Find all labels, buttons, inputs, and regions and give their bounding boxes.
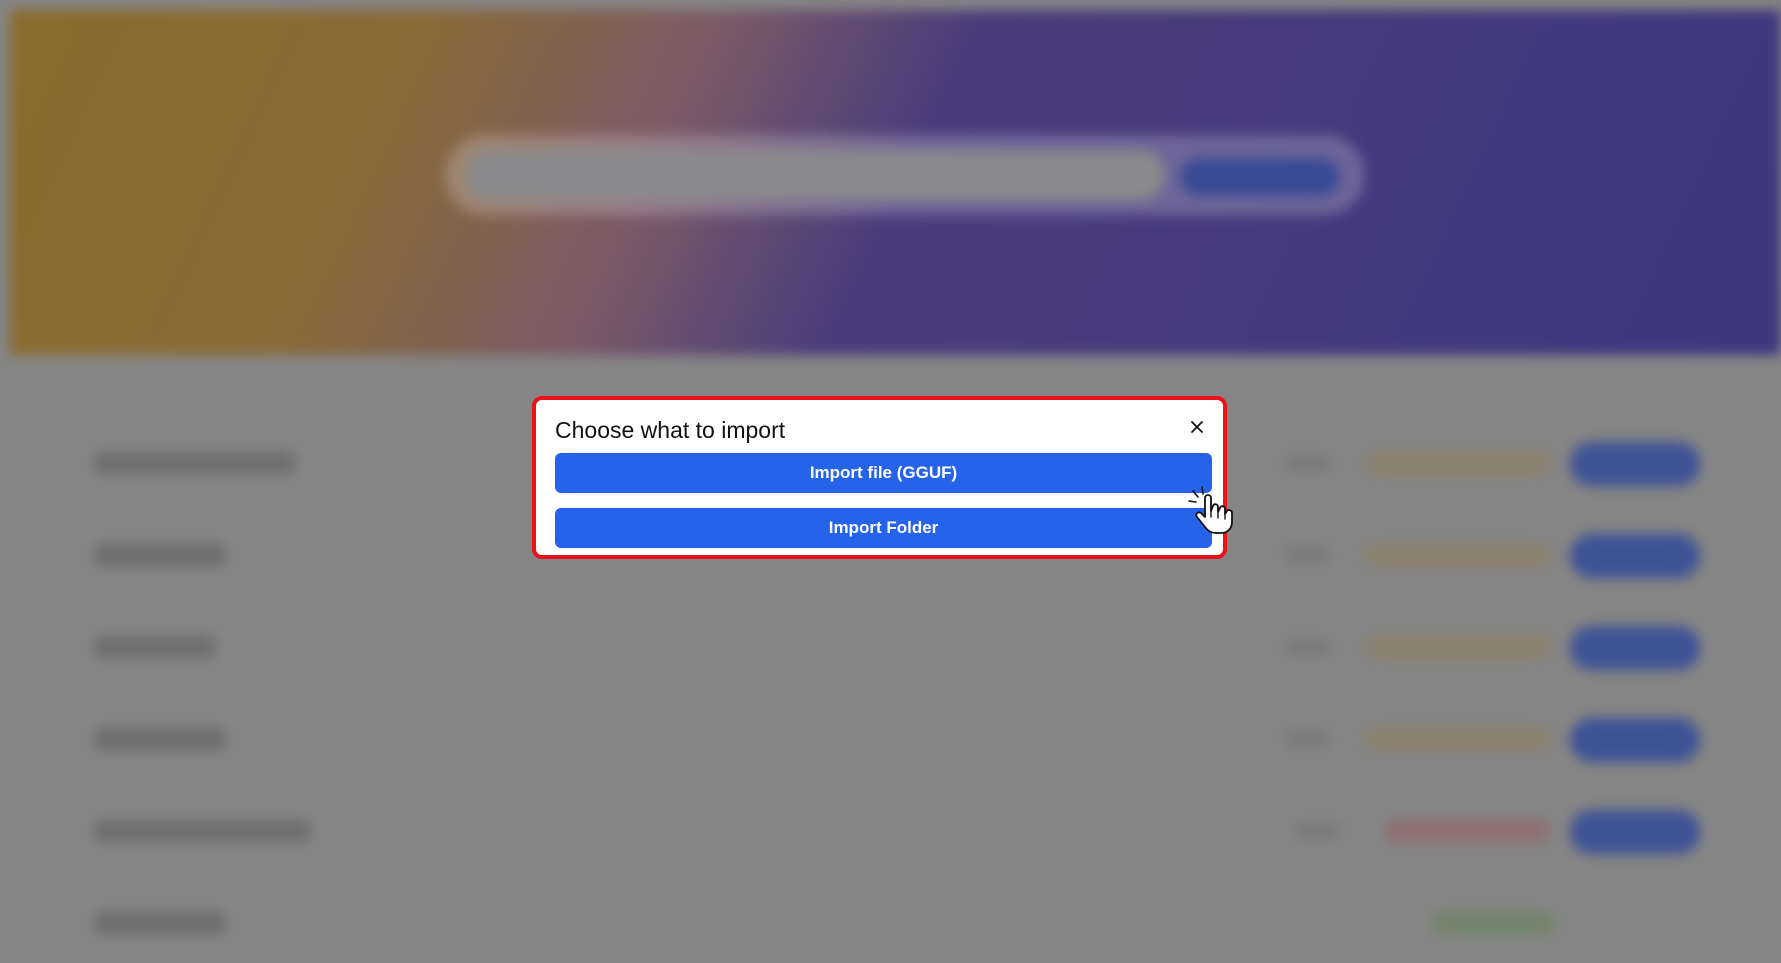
model-row-title: [95, 636, 215, 658]
model-row-tag: [1285, 639, 1330, 655]
model-row-badge: [1365, 451, 1550, 475]
model-row-button: [1570, 534, 1700, 578]
model-row-badge: [1365, 543, 1550, 567]
model-row-button: [1570, 810, 1700, 854]
close-button[interactable]: [1185, 415, 1209, 439]
model-row-tag: [1285, 455, 1330, 471]
model-row-title: [95, 544, 225, 566]
model-row-badge: [1365, 635, 1550, 659]
model-row-badge: [1385, 819, 1550, 843]
model-row-title: [95, 728, 225, 750]
close-icon: [1191, 421, 1203, 433]
model-row-badge: [1430, 911, 1555, 935]
search-button: [1180, 158, 1340, 196]
model-row-button: [1570, 718, 1700, 762]
model-row-title: [95, 912, 225, 934]
search-input: [465, 150, 1165, 200]
model-row-button: [1570, 626, 1700, 670]
import-folder-button[interactable]: Import Folder: [555, 508, 1212, 548]
import-file-button[interactable]: Import file (GGUF): [555, 453, 1212, 493]
model-row-button: [1570, 442, 1700, 486]
model-row-title: [95, 820, 310, 842]
model-row-badge: [1365, 727, 1550, 751]
model-row-tag: [1285, 547, 1330, 563]
import-dialog: Choose what to import Import file (GGUF)…: [532, 396, 1227, 559]
model-row-tag: [1285, 731, 1330, 747]
model-row-title: [95, 452, 295, 474]
pointer-hand-icon: [1188, 486, 1233, 534]
dialog-title: Choose what to import: [555, 417, 786, 443]
model-row-tag: [1295, 823, 1340, 839]
